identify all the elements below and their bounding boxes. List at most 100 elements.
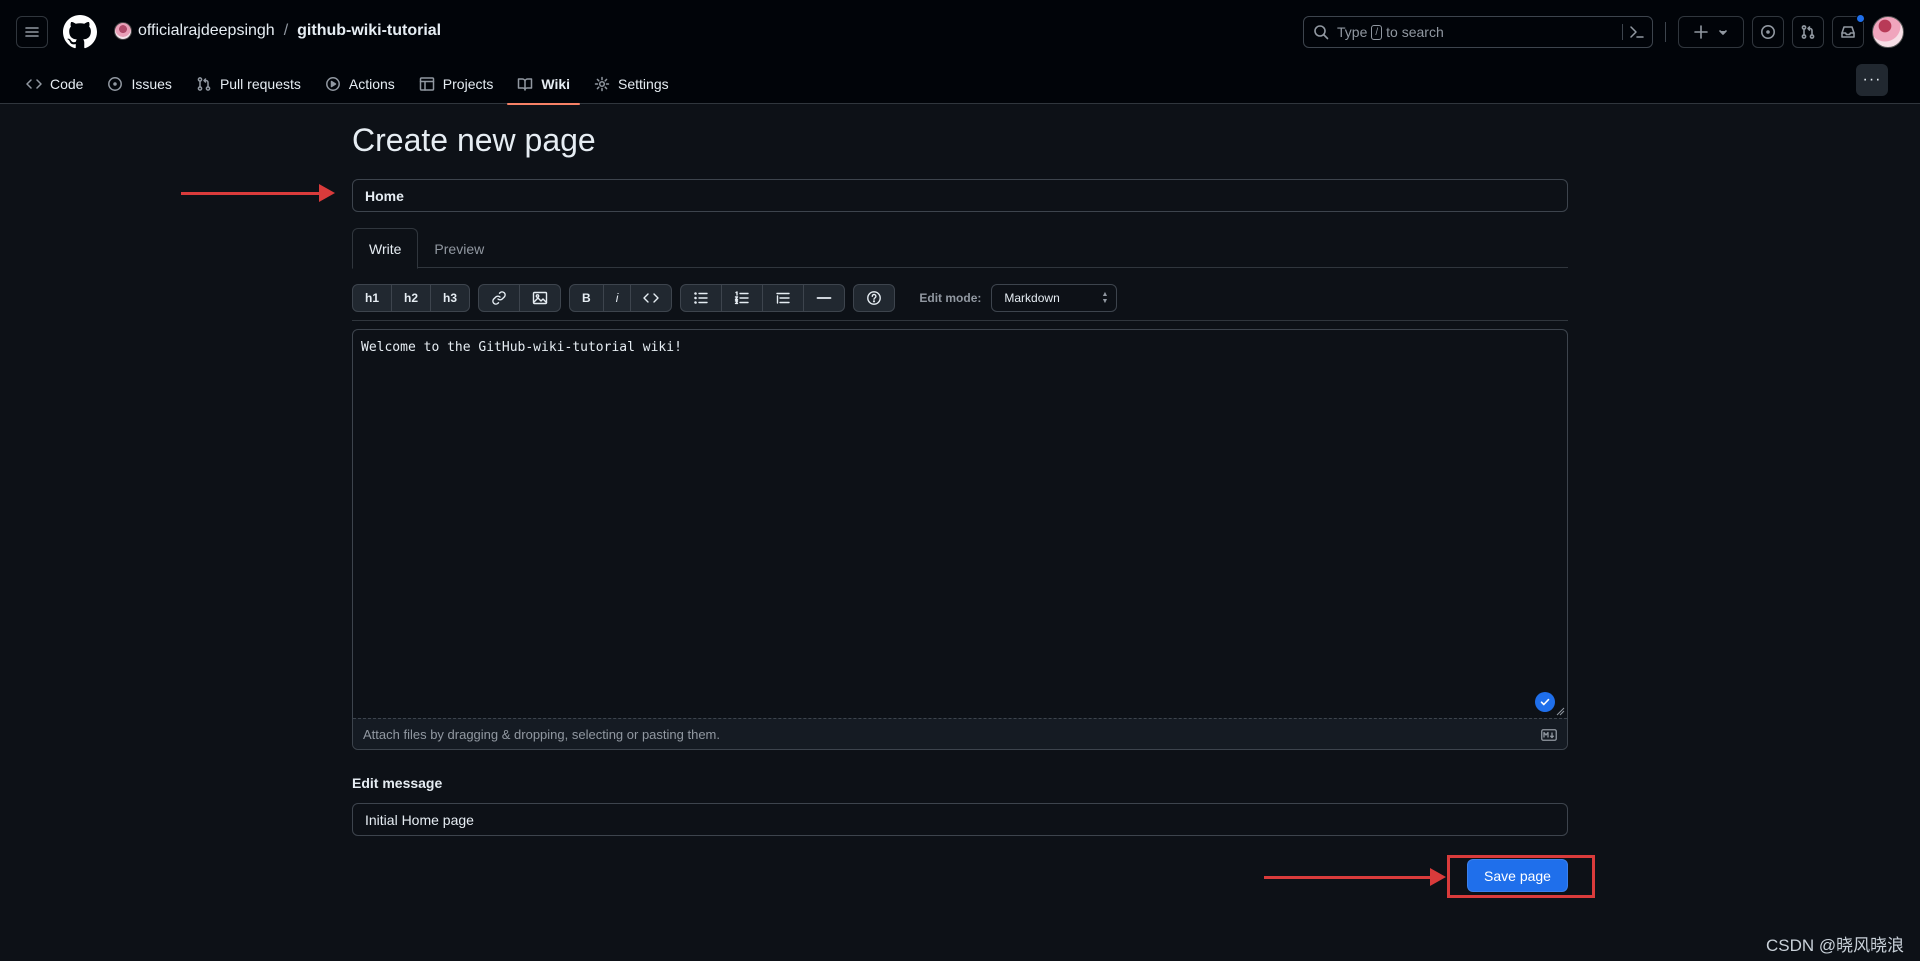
git-pull-request-icon xyxy=(1801,25,1815,39)
page-title: Create new page xyxy=(352,122,596,158)
italic-button[interactable]: i xyxy=(604,285,632,311)
h1-button[interactable]: h1 xyxy=(353,285,393,311)
user-avatar[interactable] xyxy=(1872,16,1904,48)
plus-icon xyxy=(1694,25,1708,39)
tab-write[interactable]: Write xyxy=(352,228,419,269)
tab-settings-label: Settings xyxy=(618,76,669,92)
breadcrumb: officialrajdeepsingh / github-wiki-tutor… xyxy=(114,20,441,42)
issue-opened-icon xyxy=(1761,25,1775,39)
search-placeholder-suffix: to search xyxy=(1386,24,1444,40)
toolbar-divider xyxy=(352,320,1568,321)
edit-mode-select[interactable]: Markdown ▲ ▼ xyxy=(991,284,1118,312)
question-icon xyxy=(867,291,882,305)
list-ordered-icon xyxy=(735,291,750,305)
tab-actions-label: Actions xyxy=(348,76,395,92)
command-palette-icon[interactable] xyxy=(1629,24,1645,40)
search-divider xyxy=(1622,24,1623,40)
link-button[interactable] xyxy=(479,285,521,311)
pull-requests-button[interactable] xyxy=(1792,16,1824,48)
gear-icon xyxy=(594,76,610,92)
tab-settings[interactable]: Settings xyxy=(584,64,679,104)
search-shortcut-key: / xyxy=(1371,24,1383,40)
breadcrumb-owner-link[interactable]: officialrajdeepsingh xyxy=(138,22,275,40)
unordered-list-button[interactable] xyxy=(681,285,723,311)
task-list-button[interactable] xyxy=(763,285,805,311)
spellcheck-status-badge xyxy=(1535,692,1555,712)
search-icon xyxy=(1314,25,1329,40)
tab-pull-requests-label: Pull requests xyxy=(219,76,301,92)
bold-button[interactable]: B xyxy=(570,285,604,311)
code-button[interactable] xyxy=(631,285,671,311)
notification-dot xyxy=(1856,14,1865,23)
file-attachment-bar[interactable]: Attach files by dragging & dropping, sel… xyxy=(353,718,1567,749)
watermark: CSDN @晓风晓浪 xyxy=(1766,936,1905,955)
horizontal-rule-button[interactable] xyxy=(804,285,844,311)
list-group xyxy=(680,284,846,312)
h3-button[interactable]: h3 xyxy=(431,285,469,311)
menu-button[interactable] xyxy=(16,16,48,48)
page-title-input[interactable] xyxy=(352,179,1568,212)
tab-projects[interactable]: Projects xyxy=(409,64,504,104)
table-icon xyxy=(419,77,435,91)
breadcrumb-repo-link[interactable]: github-wiki-tutorial xyxy=(297,22,441,40)
git-pull-request-icon xyxy=(197,77,211,91)
annotation-arrow-save xyxy=(1264,868,1446,886)
content-textarea[interactable]: Welcome to the GitHub-wiki-tutorial wiki… xyxy=(353,330,1567,718)
tasklist-icon xyxy=(776,292,791,304)
more-options-button[interactable]: ··· xyxy=(1856,64,1888,96)
breadcrumb-separator: / xyxy=(283,22,289,39)
edit-message-label: Edit message xyxy=(352,775,443,791)
tab-wiki-label: Wiki xyxy=(541,76,571,92)
play-icon xyxy=(325,77,340,91)
tab-code[interactable]: Code xyxy=(16,64,93,104)
github-logo[interactable] xyxy=(63,15,97,49)
issues-button[interactable] xyxy=(1752,16,1784,48)
attach-hint: Attach files by dragging & dropping, sel… xyxy=(363,726,720,742)
markdown-toolbar: h1 h2 h3 B i Edit mode: Markdown ▲ ▼ xyxy=(352,284,1118,312)
insert-group xyxy=(478,284,562,312)
check-icon xyxy=(1540,698,1550,706)
kebab-horizontal-icon: ··· xyxy=(1862,71,1882,88)
hamburger-icon xyxy=(25,27,39,37)
edit-message-input[interactable] xyxy=(352,803,1568,836)
code-icon xyxy=(26,79,42,89)
edit-mode-label: Edit mode: xyxy=(919,291,982,305)
tab-actions[interactable]: Actions xyxy=(315,64,405,104)
resize-handle-icon[interactable] xyxy=(1555,706,1565,716)
tab-preview[interactable]: Preview xyxy=(418,228,500,269)
annotation-arrow-title xyxy=(181,184,335,202)
tab-projects-label: Projects xyxy=(442,76,494,92)
heading-group: h1 h2 h3 xyxy=(352,284,471,312)
issue-opened-icon xyxy=(108,77,123,91)
markdown-icon[interactable] xyxy=(1541,729,1557,741)
search-placeholder-prefix: Type xyxy=(1337,24,1368,40)
image-button[interactable] xyxy=(520,285,560,311)
help-group xyxy=(853,284,896,312)
help-button[interactable] xyxy=(854,285,894,311)
github-mark-icon xyxy=(63,15,97,49)
editor-tabs: Write Preview xyxy=(352,228,1568,269)
ordered-list-button[interactable] xyxy=(722,285,764,311)
search-input[interactable]: Type / to search xyxy=(1303,16,1653,48)
tab-code-label: Code xyxy=(50,76,84,92)
repo-nav-tabs: Code Issues Pull requests Actions Projec… xyxy=(16,64,683,105)
format-group: B i xyxy=(569,284,673,312)
h2-button[interactable]: h2 xyxy=(392,285,432,311)
select-caret-icon: ▲ ▼ xyxy=(1101,291,1109,305)
tab-pull-requests[interactable]: Pull requests xyxy=(186,64,311,104)
top-header: officialrajdeepsingh / github-wiki-tutor… xyxy=(0,0,1920,105)
book-icon xyxy=(518,78,533,91)
owner-avatar[interactable] xyxy=(114,22,132,40)
editor-container: Welcome to the GitHub-wiki-tutorial wiki… xyxy=(352,329,1568,750)
tab-wiki[interactable]: Wiki xyxy=(507,64,580,105)
header-divider xyxy=(1665,22,1666,42)
edit-mode-value: Markdown xyxy=(1004,291,1060,305)
triangle-down-icon xyxy=(1719,30,1727,35)
list-unordered-icon xyxy=(694,292,709,304)
tab-issues[interactable]: Issues xyxy=(97,64,181,104)
save-page-button[interactable]: Save page xyxy=(1467,859,1568,892)
link-icon xyxy=(492,291,506,305)
image-icon xyxy=(532,291,548,305)
code-icon xyxy=(643,293,660,303)
create-new-button[interactable] xyxy=(1678,16,1744,48)
